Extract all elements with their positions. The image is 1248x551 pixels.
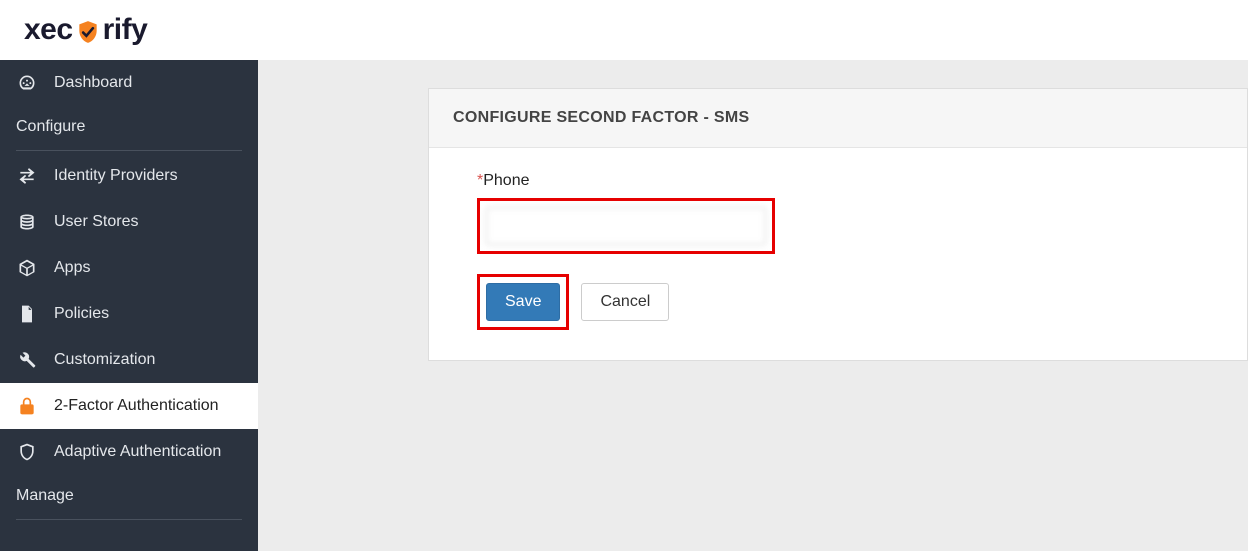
save-highlight: Save: [477, 274, 569, 330]
wrench-icon: [16, 349, 38, 371]
sidebar-item-identity-providers[interactable]: Identity Providers: [0, 153, 258, 199]
phone-field-row: *Phone: [477, 172, 1219, 254]
sidebar-item-label: Adaptive Authentication: [54, 443, 221, 461]
sidebar-item-user-stores[interactable]: User Stores: [0, 199, 258, 245]
content-area: CONFIGURE SECOND FACTOR - SMS *Phone Sav…: [258, 60, 1248, 551]
sidebar-item-label: Policies: [54, 305, 109, 323]
sidebar-item-label: Customization: [54, 351, 155, 369]
file-icon: [16, 303, 38, 325]
sidebar-section-manage: Manage: [0, 475, 258, 517]
logo: xec rify: [24, 13, 147, 47]
sidebar-item-adaptive-auth[interactable]: Adaptive Authentication: [0, 429, 258, 475]
phone-label-text: Phone: [483, 172, 529, 189]
sidebar-item-policies[interactable]: Policies: [0, 291, 258, 337]
phone-input[interactable]: [486, 207, 766, 245]
dashboard-icon: [16, 72, 38, 94]
phone-label: *Phone: [477, 172, 1219, 190]
panel-body: *Phone Save Cancel: [429, 148, 1247, 360]
sidebar-item-dashboard[interactable]: Dashboard: [0, 60, 258, 106]
button-row: Save Cancel: [477, 274, 1219, 330]
divider: [16, 519, 242, 520]
sidebar: Dashboard Configure Identity Providers U…: [0, 60, 258, 551]
sidebar-item-label: Dashboard: [54, 74, 132, 92]
lock-icon: [16, 395, 38, 417]
sidebar-item-label: 2-Factor Authentication: [54, 397, 219, 415]
sidebar-item-2fa[interactable]: 2-Factor Authentication: [0, 383, 258, 429]
shield-check-icon: [75, 19, 101, 45]
shield-icon: [16, 441, 38, 463]
logo-text-suffix: rify: [103, 13, 148, 47]
panel-title: CONFIGURE SECOND FACTOR - SMS: [429, 89, 1247, 148]
save-button[interactable]: Save: [486, 283, 560, 321]
divider: [16, 150, 242, 151]
exchange-icon: [16, 165, 38, 187]
phone-highlight: [477, 198, 775, 254]
sidebar-section-configure: Configure: [0, 106, 258, 148]
sidebar-item-apps[interactable]: Apps: [0, 245, 258, 291]
logo-text-prefix: xec: [24, 13, 73, 47]
sidebar-item-label: User Stores: [54, 213, 138, 231]
config-panel: CONFIGURE SECOND FACTOR - SMS *Phone Sav…: [428, 88, 1248, 361]
sidebar-item-label: Identity Providers: [54, 167, 178, 185]
cancel-button[interactable]: Cancel: [581, 283, 669, 321]
database-icon: [16, 211, 38, 233]
box-icon: [16, 257, 38, 279]
sidebar-item-label: Apps: [54, 259, 90, 277]
app-header: xec rify: [0, 0, 1248, 60]
sidebar-item-customization[interactable]: Customization: [0, 337, 258, 383]
